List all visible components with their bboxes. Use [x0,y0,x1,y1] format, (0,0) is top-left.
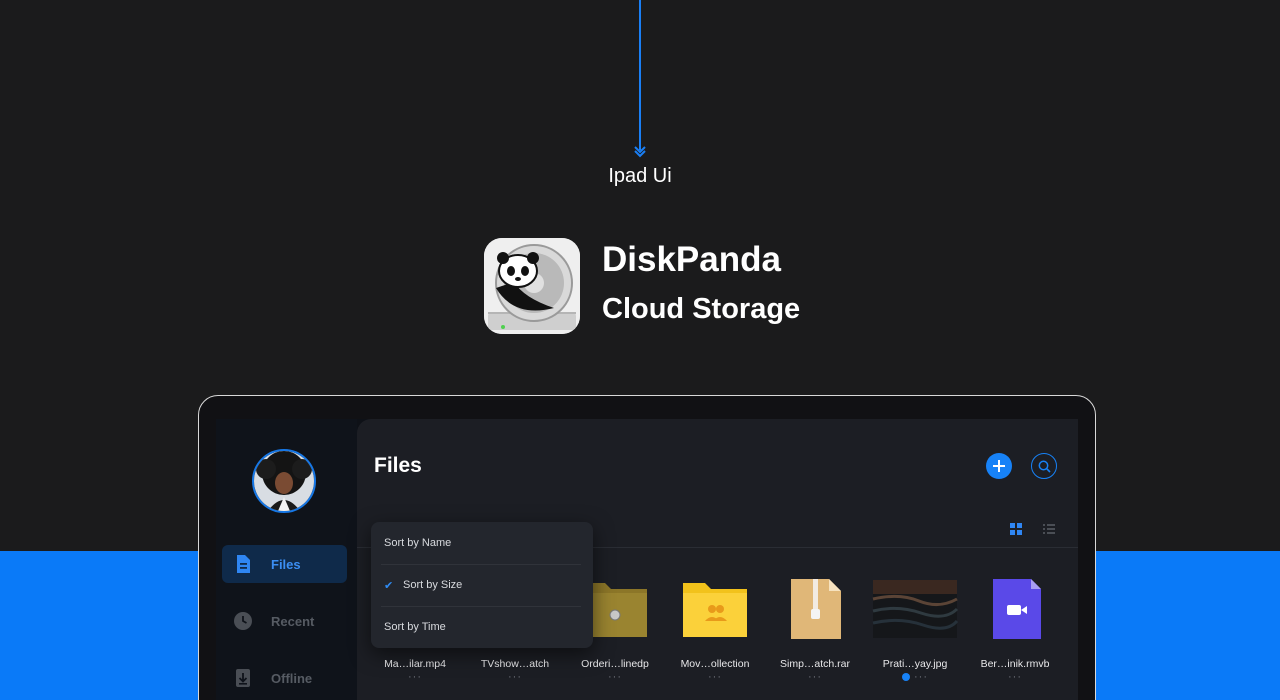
brand-title: DiskPanda [602,240,781,279]
file-name: Ma…ilar.mp4 [384,658,446,670]
download-icon [236,669,250,687]
more-icon[interactable]: ··· [369,671,461,683]
more-icon[interactable]: ··· [469,671,561,683]
more-icon[interactable]: ··· [769,671,861,683]
search-icon [1038,460,1051,473]
file-tile[interactable]: Ber…inik.rmvb ··· [969,579,1061,689]
add-button[interactable] [986,453,1012,479]
clock-icon [234,612,252,630]
sidebar-item-label: Files [271,556,301,572]
pointer-line [639,0,641,150]
avatar[interactable] [252,449,316,513]
grid-view-icon[interactable] [1010,523,1022,535]
file-name: Ber…inik.rmvb [980,658,1050,670]
sort-by-time-option[interactable]: Sort by Time [371,606,593,648]
plus-icon [993,460,1005,472]
image-thumbnail [872,580,959,638]
page-title: Files [374,454,422,477]
file-tile[interactable]: Simp…atch.rar ··· [769,579,861,689]
document-icon [237,555,250,573]
sort-option-label: Sort by Size [403,579,463,591]
file-name: TVshow…atch [480,658,550,670]
file-name: Mov…ollection [680,658,750,670]
archive-icon [791,579,841,639]
search-button[interactable] [1031,453,1057,479]
sidebar: Files Recent Offline [216,419,357,700]
ipad-screen: Files Recent Offline Files Ma…ilar.mp4 ·… [216,419,1078,700]
sort-by-name-option[interactable]: Sort by Name [371,522,593,564]
sort-by-size-option[interactable]: ✔ Sort by Size [371,564,593,606]
offline-badge-icon [902,673,910,682]
brand-subtitle: Cloud Storage [602,293,801,325]
more-dots: ··· [914,671,928,683]
file-tile[interactable]: Mov…ollection ··· [669,579,761,689]
folder-users-icon [683,583,747,637]
video-file-icon [993,579,1041,639]
file-tile[interactable]: Prati…yay.jpg ··· [869,579,961,689]
pointer-label: Ipad Ui [608,165,672,187]
sort-menu: Sort by Name ✔ Sort by Size Sort by Time [371,522,593,648]
file-name: Prati…yay.jpg [882,658,948,670]
sort-option-label: Sort by Name [384,537,452,549]
list-view-icon[interactable] [1043,523,1055,535]
sort-option-label: Sort by Time [384,621,446,633]
file-name: Simp…atch.rar [779,658,851,670]
more-icon[interactable]: ··· [669,671,761,683]
checkmark-icon: ✔ [384,579,394,592]
panda-logo-icon [484,238,580,334]
more-icon[interactable]: ··· [869,671,961,683]
sidebar-item-offline[interactable]: Offline [222,659,347,697]
arrow-down-icon [634,146,646,158]
more-icon[interactable]: ··· [969,671,1061,683]
sidebar-item-label: Recent [271,613,315,629]
more-icon[interactable]: ··· [569,671,661,683]
sidebar-item-recent[interactable]: Recent [222,602,347,640]
sidebar-item-label: Offline [271,670,313,686]
sidebar-item-files[interactable]: Files [222,545,347,583]
file-name: Orderi…linedp [581,658,649,670]
